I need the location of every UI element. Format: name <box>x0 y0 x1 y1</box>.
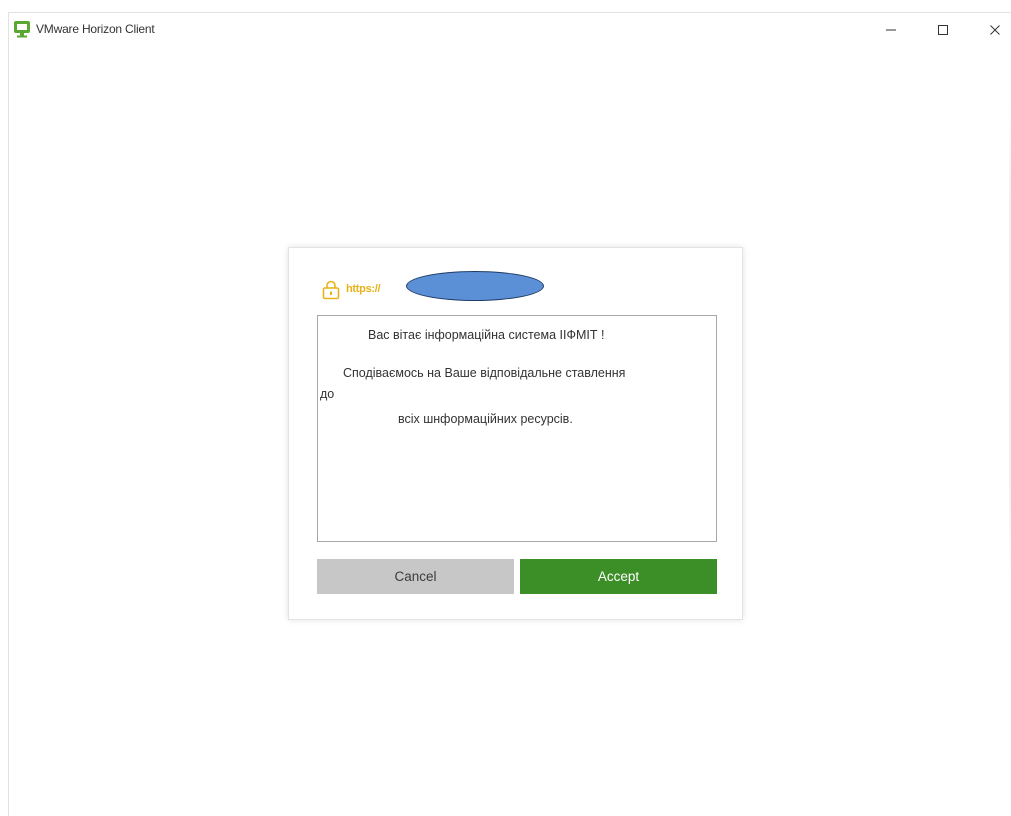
redaction-ellipse <box>406 271 544 301</box>
close-button[interactable] <box>981 17 1009 43</box>
close-icon <box>990 25 1000 35</box>
message-line: всіх шнформаційних ресурсів. <box>398 412 573 426</box>
message-line: Вас вітає інформаційна система ІІФМІТ ! <box>368 328 605 342</box>
message-line: до <box>320 387 335 401</box>
horizon-client-window: VMware Horizon Client https:// Вас вітає… <box>8 12 1011 816</box>
disclaimer-dialog: https:// Вас вітає інформаційна система … <box>288 247 743 620</box>
window-title: VMware Horizon Client <box>36 22 155 36</box>
vmware-horizon-icon <box>14 21 30 38</box>
maximize-icon <box>938 25 948 35</box>
disclaimer-message-box[interactable]: Вас вітає інформаційна система ІІФМІТ ! … <box>317 315 717 542</box>
cancel-button[interactable]: Cancel <box>317 559 514 594</box>
maximize-button[interactable] <box>929 17 957 43</box>
message-line: Сподіваємось на Ваше відповідальне ставл… <box>343 366 626 380</box>
minimize-button[interactable] <box>877 17 905 43</box>
accept-button[interactable]: Accept <box>520 559 717 594</box>
lock-icon <box>322 280 340 300</box>
minimize-icon <box>886 29 896 31</box>
server-url-row: https:// <box>322 271 582 302</box>
title-bar[interactable]: VMware Horizon Client <box>9 13 1011 45</box>
server-url: https:// <box>346 283 381 295</box>
